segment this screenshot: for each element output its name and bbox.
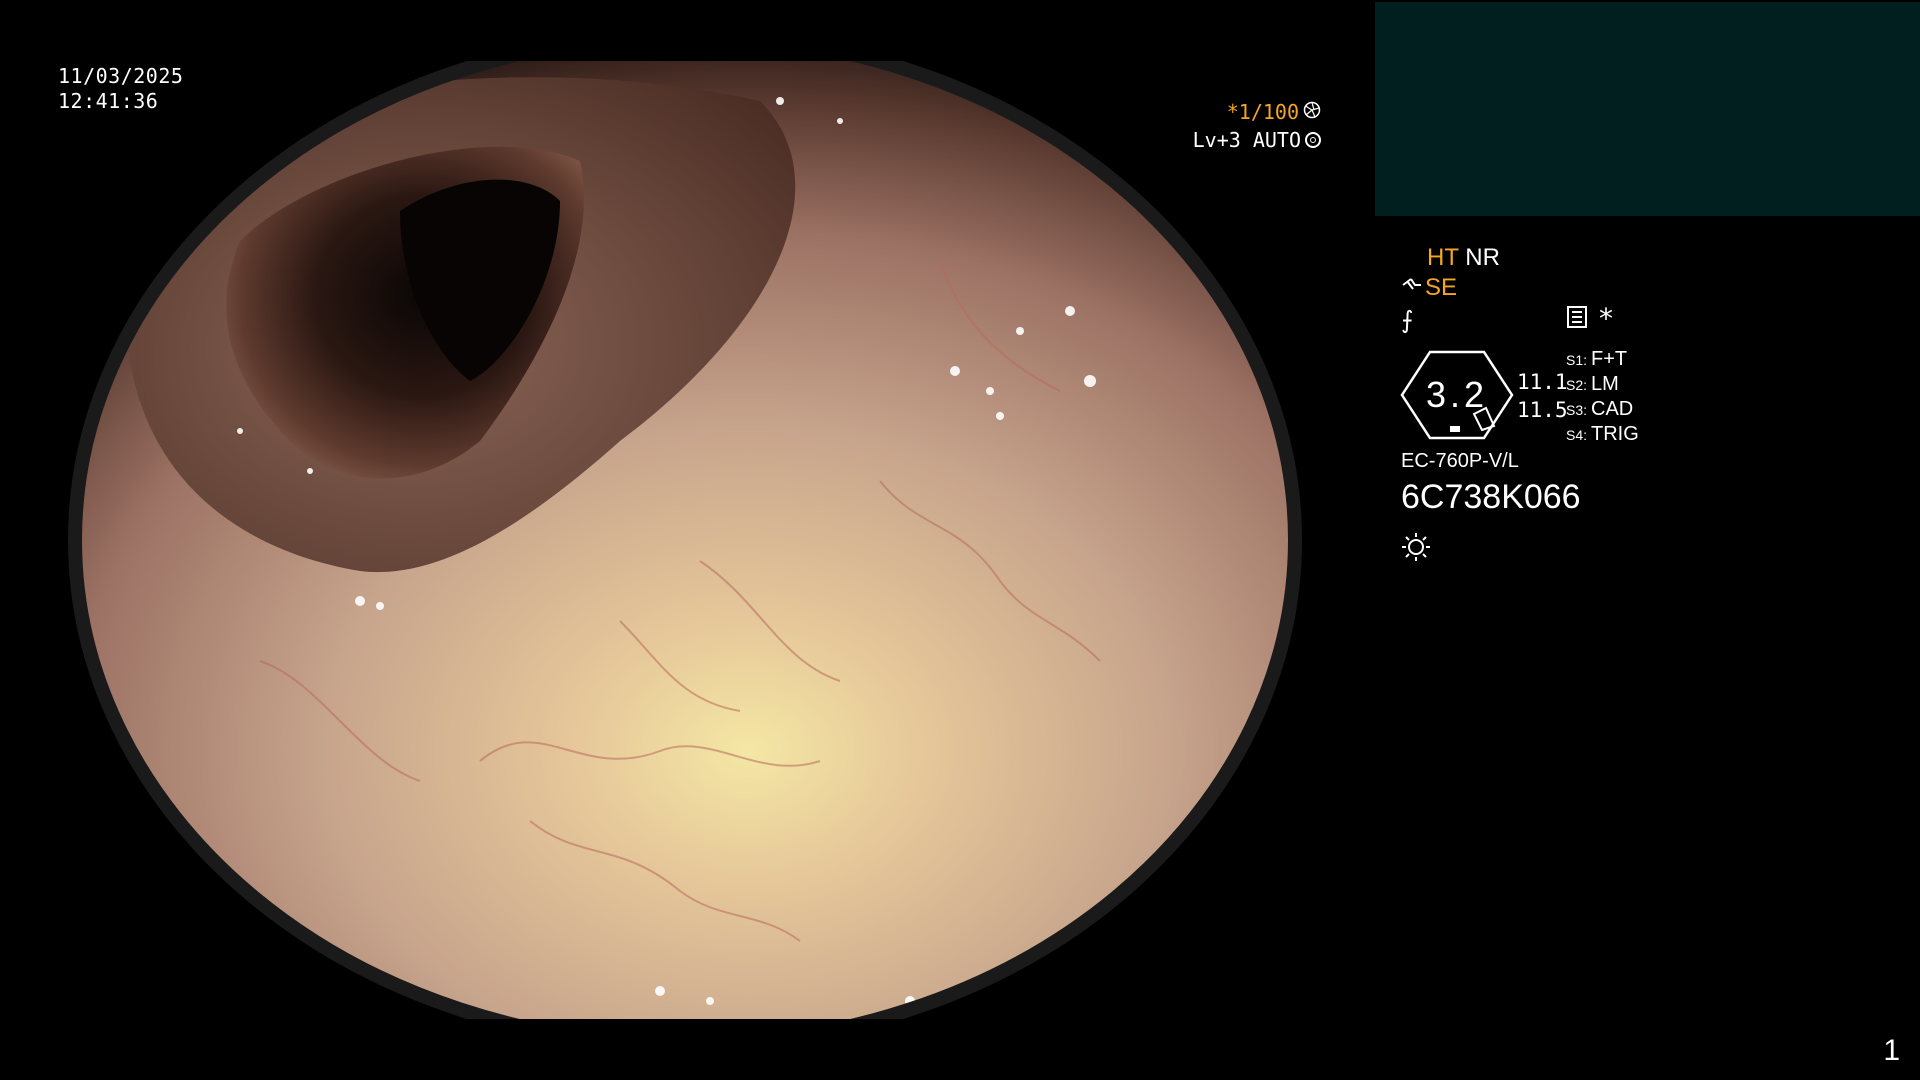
se-label: SE xyxy=(1425,274,1458,301)
slot-label: CAD xyxy=(1591,398,1634,420)
endoscopic-image xyxy=(60,61,1310,1019)
page-number: 1 xyxy=(1883,1034,1900,1067)
slot-3: S3: CAD xyxy=(1566,398,1633,421)
shutter-icon xyxy=(1303,100,1321,124)
badge-value: 3.2 xyxy=(1425,374,1489,415)
slot-4: S4: TRIG xyxy=(1566,423,1639,446)
slot-key: S4: xyxy=(1566,427,1588,443)
level-label: Lv+3 AUTO xyxy=(1192,128,1301,152)
asterisk-label: * xyxy=(1599,302,1613,335)
slot-key: S3: xyxy=(1566,402,1588,418)
time-label: 12:41:36 xyxy=(58,89,159,113)
enhance-icon xyxy=(1401,274,1423,302)
slot-key: S1: xyxy=(1566,352,1588,368)
slot-1: S1: F+T xyxy=(1566,348,1627,371)
slot-label: LM xyxy=(1591,373,1619,395)
shutter-speed-readout: *1/100 xyxy=(1227,100,1321,124)
se-row: SE xyxy=(1401,274,1457,302)
scope-serial: 6C738K066 xyxy=(1401,478,1581,516)
slot-key: S2: xyxy=(1566,377,1588,393)
menu-icon xyxy=(1567,306,1587,328)
flat-f-icon: ⨍ xyxy=(1401,306,1414,334)
slot-label: F+T xyxy=(1591,348,1628,370)
nr-label: NR xyxy=(1465,244,1500,271)
light-sun-icon xyxy=(1402,533,1430,561)
slot-2: S2: LM xyxy=(1566,373,1619,396)
slot-label: TRIG xyxy=(1591,423,1639,445)
ht-label: HT xyxy=(1427,244,1459,271)
date-label: 11/03/2025 xyxy=(58,64,184,88)
value-b: 11.5 xyxy=(1517,398,1568,422)
date-time-stamp: 11/03/2025 12:41:36 xyxy=(58,64,183,114)
mode-row: HT NR xyxy=(1427,244,1500,272)
preview-panel xyxy=(1375,2,1920,216)
value-a: 11.1 xyxy=(1517,370,1568,394)
shutter-speed-label: *1/100 xyxy=(1226,100,1299,124)
scope-model: EC-760P-V/L xyxy=(1401,450,1519,472)
info-panel: HT NR SE ⨍ * 3.2 11.1 11.5 S1: F+T S2: L… xyxy=(1375,240,1920,840)
ring-icon xyxy=(1305,132,1321,148)
level-readout: Lv+3 AUTO xyxy=(1193,128,1321,152)
